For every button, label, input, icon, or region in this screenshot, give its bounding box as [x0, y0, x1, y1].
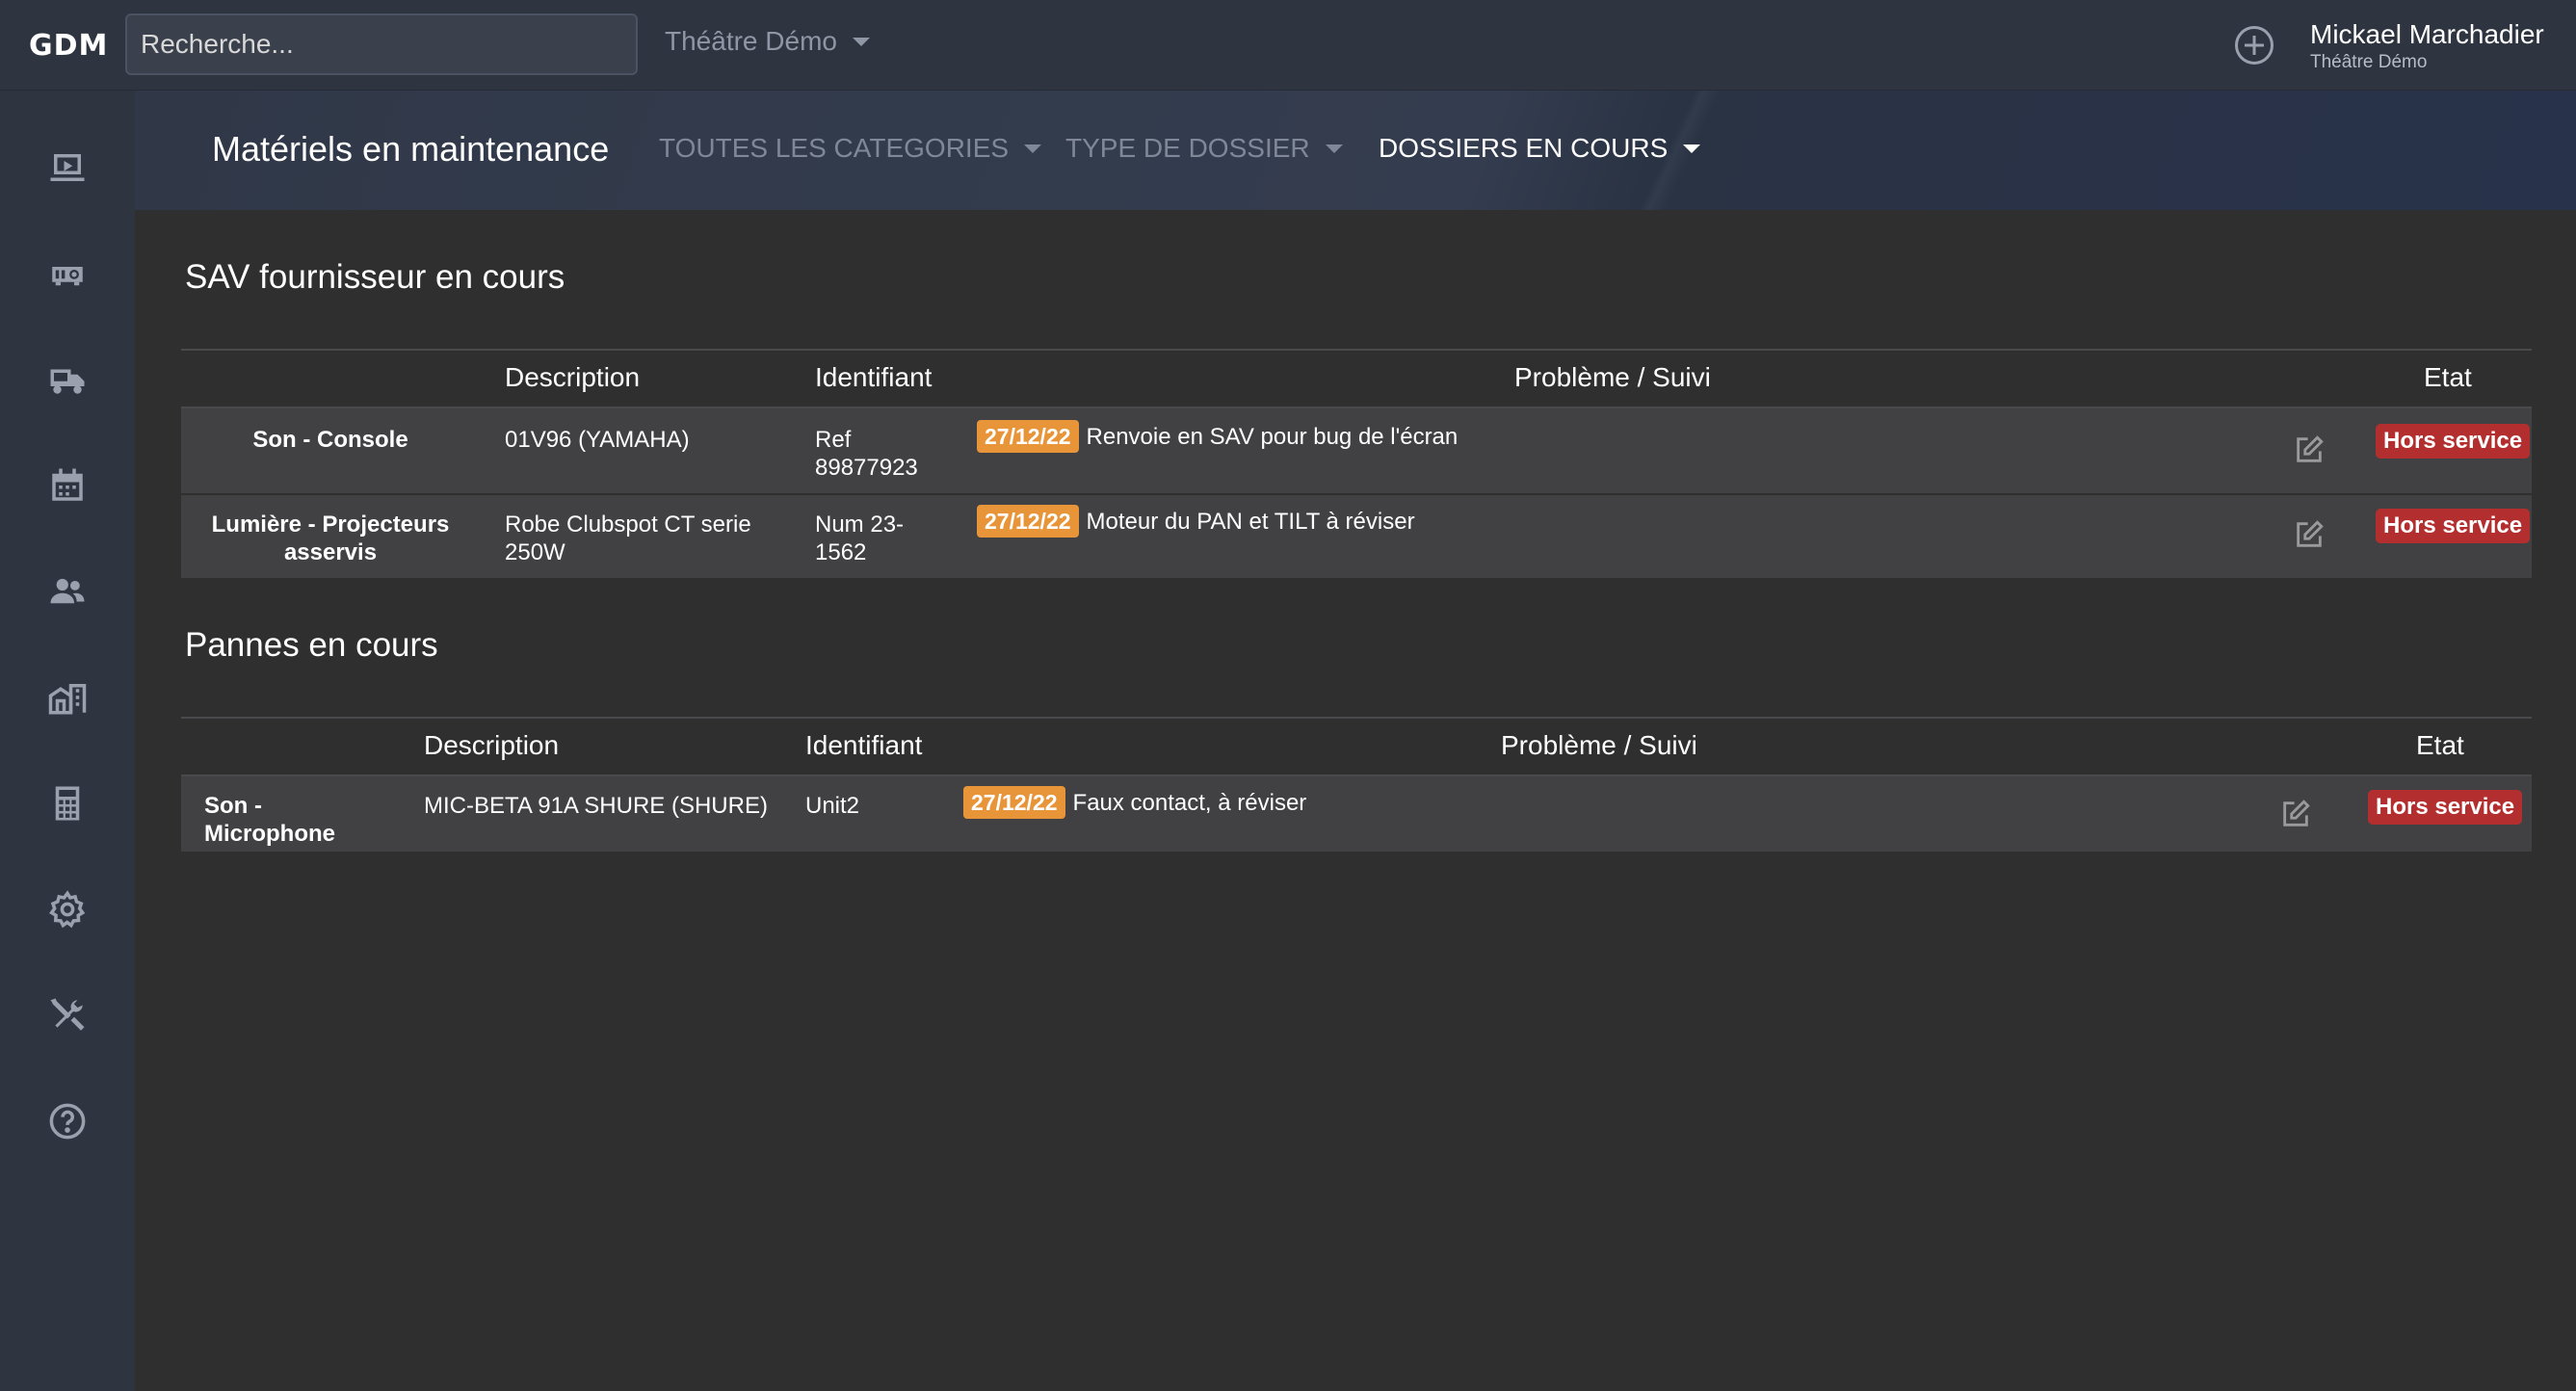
search-input[interactable]	[125, 13, 638, 75]
tools-icon	[50, 998, 85, 1031]
description-cell: MIC-BETA 91A SHURE (SHURE)	[424, 793, 768, 819]
problem-cell: 27/12/22 Moteur du PAN et TILT à réviser	[977, 505, 1415, 538]
category-cell: Son - Console	[252, 427, 408, 453]
column-header-identifier: Identifiant	[805, 730, 923, 760]
table-header: Description Identifiant Problème / Suivi…	[181, 349, 2532, 408]
app-logo[interactable]: GDM	[29, 29, 108, 63]
sidebar-item-calendar[interactable]	[39, 457, 96, 514]
edit-icon[interactable]	[2279, 798, 2312, 830]
user-site: Théâtre Démo	[2310, 52, 2428, 72]
building-icon	[48, 684, 87, 715]
identifier-cell: Ref 89877923	[815, 427, 918, 481]
edit-icon[interactable]	[2293, 518, 2326, 551]
problem-text: Moteur du PAN et TILT à réviser	[1086, 508, 1415, 535]
description-cell: Robe Clubspot CT serie 250W	[505, 512, 751, 565]
problem-text: Faux contact, à réviser	[1072, 789, 1307, 816]
sidebar	[0, 91, 135, 1391]
section-title: SAV fournisseur en cours	[185, 258, 565, 296]
chevron-down-icon	[1325, 144, 1343, 153]
status-badge: Hors service	[2376, 509, 2531, 543]
category-cell: Lumière - Projecteurs asservis	[211, 512, 450, 565]
status-badge: Hors service	[2376, 424, 2531, 459]
chevron-down-icon	[852, 37, 870, 46]
problem-text: Renvoie en SAV pour bug de l'écran	[1086, 423, 1459, 450]
problem-cell: 27/12/22 Renvoie en SAV pour bug de l'éc…	[977, 420, 1458, 453]
table-header: Description Identifiant Problème / Suivi…	[181, 717, 2532, 776]
identifier-cell: Unit2	[805, 793, 860, 819]
user-name: Mickael Marchadier	[2310, 19, 2544, 49]
column-header-description: Description	[505, 362, 641, 392]
column-header-description: Description	[424, 730, 560, 760]
vehicle-icon	[50, 369, 85, 394]
sidebar-item-buildings[interactable]	[39, 669, 96, 726]
equipment-icon	[52, 267, 83, 286]
site-selector[interactable]: Théâtre Démo	[665, 26, 870, 57]
section-title: Pannes en cours	[185, 626, 438, 664]
sidebar-item-settings[interactable]	[39, 880, 96, 938]
column-header-problem: Problème / Suivi	[1501, 730, 1697, 760]
dashboard-icon	[50, 154, 85, 181]
add-icon[interactable]	[2235, 26, 2274, 65]
column-header-status: Etat	[2416, 730, 2464, 760]
category-cell: Son - Microphone	[204, 793, 335, 847]
filter-label: DOSSIERS EN COURS	[1379, 133, 1669, 163]
table-row[interactable]: Lumière - Projecteurs asservis Robe Club…	[181, 495, 2532, 580]
status-badge: Hors service	[2368, 790, 2523, 825]
description-cell: 01V96 (YAMAHA)	[505, 427, 690, 453]
calculator-icon	[55, 786, 80, 821]
calendar-icon	[52, 468, 83, 501]
chevron-down-icon	[1683, 144, 1701, 153]
people-icon	[50, 578, 85, 604]
date-badge: 27/12/22	[977, 505, 1079, 538]
filter-label: TOUTES LES CATEGORIES	[659, 133, 1010, 163]
column-header-problem: Problème / Suivi	[1514, 362, 1711, 392]
sav-table: Description Identifiant Problème / Suivi…	[181, 349, 2532, 580]
sidebar-item-tools[interactable]	[39, 986, 96, 1044]
filter-dossier-type[interactable]: TYPE DE DOSSIER	[1065, 133, 1343, 164]
date-badge: 27/12/22	[963, 786, 1065, 819]
table-row[interactable]: Son - Microphone MIC-BETA 91A SHURE (SHU…	[181, 776, 2532, 853]
chevron-down-icon	[1024, 144, 1042, 153]
site-selector-label: Théâtre Démo	[665, 26, 837, 56]
sidebar-item-vehicles[interactable]	[39, 351, 96, 408]
sidebar-item-equipment[interactable]	[39, 245, 96, 302]
sidebar-item-people[interactable]	[39, 563, 96, 620]
settings-icon	[49, 890, 86, 929]
top-bar: GDM Théâtre Démo Mickael Marchadier Théâ…	[0, 0, 2576, 91]
filter-categories[interactable]: TOUTES LES CATEGORIES	[659, 133, 1042, 164]
date-badge: 27/12/22	[977, 420, 1079, 453]
column-header-status: Etat	[2424, 362, 2472, 392]
identifier-cell: Num 23-1562	[815, 512, 905, 565]
page-title: Matériels en maintenance	[212, 129, 610, 169]
page-header: Matériels en maintenance TOUTES LES CATE…	[135, 91, 2576, 210]
help-icon	[49, 1103, 86, 1140]
sidebar-item-calculator[interactable]	[39, 774, 96, 832]
column-header-identifier: Identifiant	[815, 362, 933, 392]
filter-label: TYPE DE DOSSIER	[1065, 133, 1310, 163]
user-menu[interactable]: Mickael Marchadier Théâtre Démo	[2310, 19, 2544, 73]
problem-cell: 27/12/22 Faux contact, à réviser	[963, 786, 1306, 819]
filter-dossier-status[interactable]: DOSSIERS EN COURS	[1379, 133, 1701, 164]
sidebar-item-dashboard[interactable]	[39, 139, 96, 197]
sidebar-item-help[interactable]	[39, 1092, 96, 1150]
edit-icon[interactable]	[2293, 433, 2326, 466]
table-row[interactable]: Son - Console 01V96 (YAMAHA) Ref 8987792…	[181, 408, 2532, 495]
pannes-table: Description Identifiant Problème / Suivi…	[181, 717, 2532, 853]
